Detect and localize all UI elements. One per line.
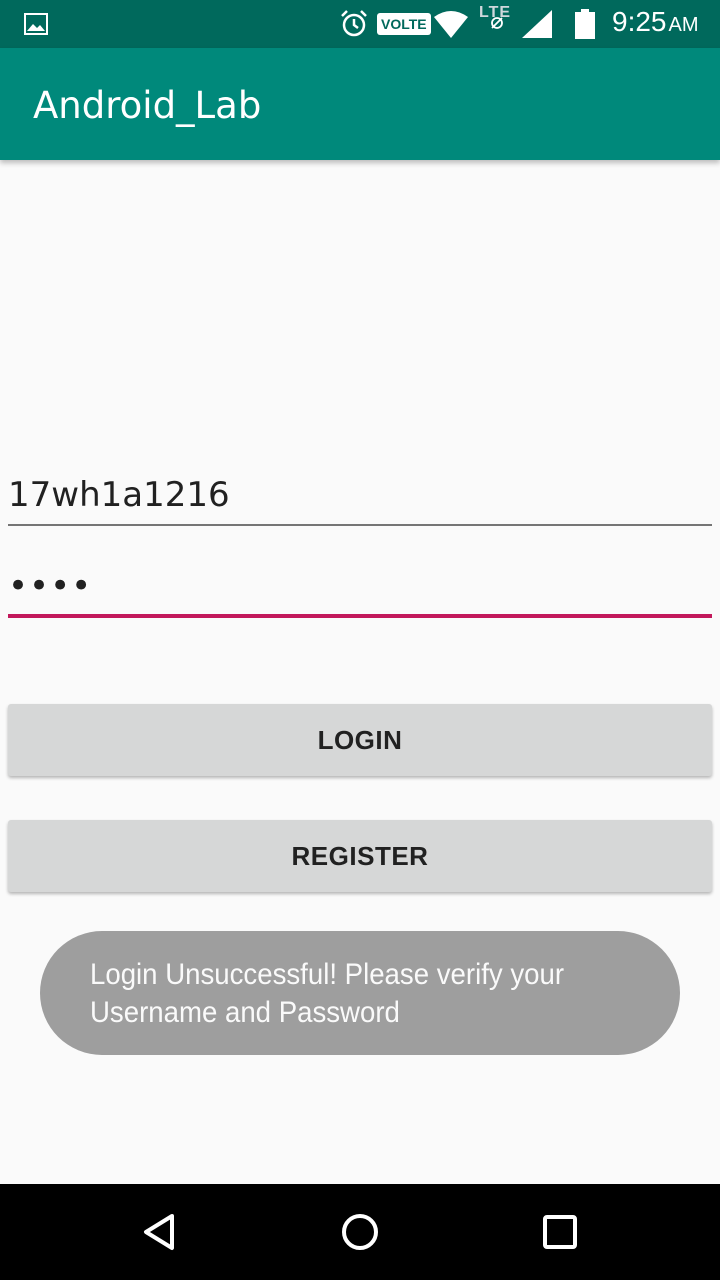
home-icon[interactable]	[338, 1210, 382, 1254]
toast-line-1: Login Unsuccessful! Please verify your	[90, 958, 565, 991]
password-field[interactable]	[8, 558, 712, 618]
wifi-icon	[434, 11, 468, 38]
toast-text: Login Unsuccessful! Please verify your U…	[90, 956, 605, 1032]
toast-message: Login Unsuccessful! Please verify your U…	[40, 931, 680, 1055]
gallery-icon	[24, 13, 48, 35]
battery-icon	[575, 9, 595, 39]
volte-badge: VOLTE	[377, 13, 431, 35]
app-title: Android_Lab	[33, 84, 262, 127]
status-bar: VOLTE LTE 9:25 AM	[0, 0, 720, 48]
clock-time: 9:25	[612, 6, 667, 37]
navigation-bar	[0, 1184, 720, 1280]
signal-icon	[522, 10, 552, 38]
register-button[interactable]: REGISTER	[8, 820, 712, 892]
clock-ampm: AM	[668, 14, 699, 36]
username-field[interactable]	[8, 466, 712, 526]
toast-line-2: Username and Password	[90, 996, 400, 1029]
app-bar: Android_Lab	[0, 48, 720, 160]
recent-apps-icon[interactable]	[538, 1210, 582, 1254]
data-off-icon	[491, 17, 503, 29]
login-button[interactable]: LOGIN	[8, 704, 712, 776]
alarm-icon	[341, 10, 367, 37]
back-icon[interactable]	[138, 1210, 182, 1254]
clock: 9:25 AM	[612, 6, 699, 38]
phone-screen: VOLTE LTE 9:25AM Android_Lab LOGIN REGIS…	[0, 0, 720, 1280]
